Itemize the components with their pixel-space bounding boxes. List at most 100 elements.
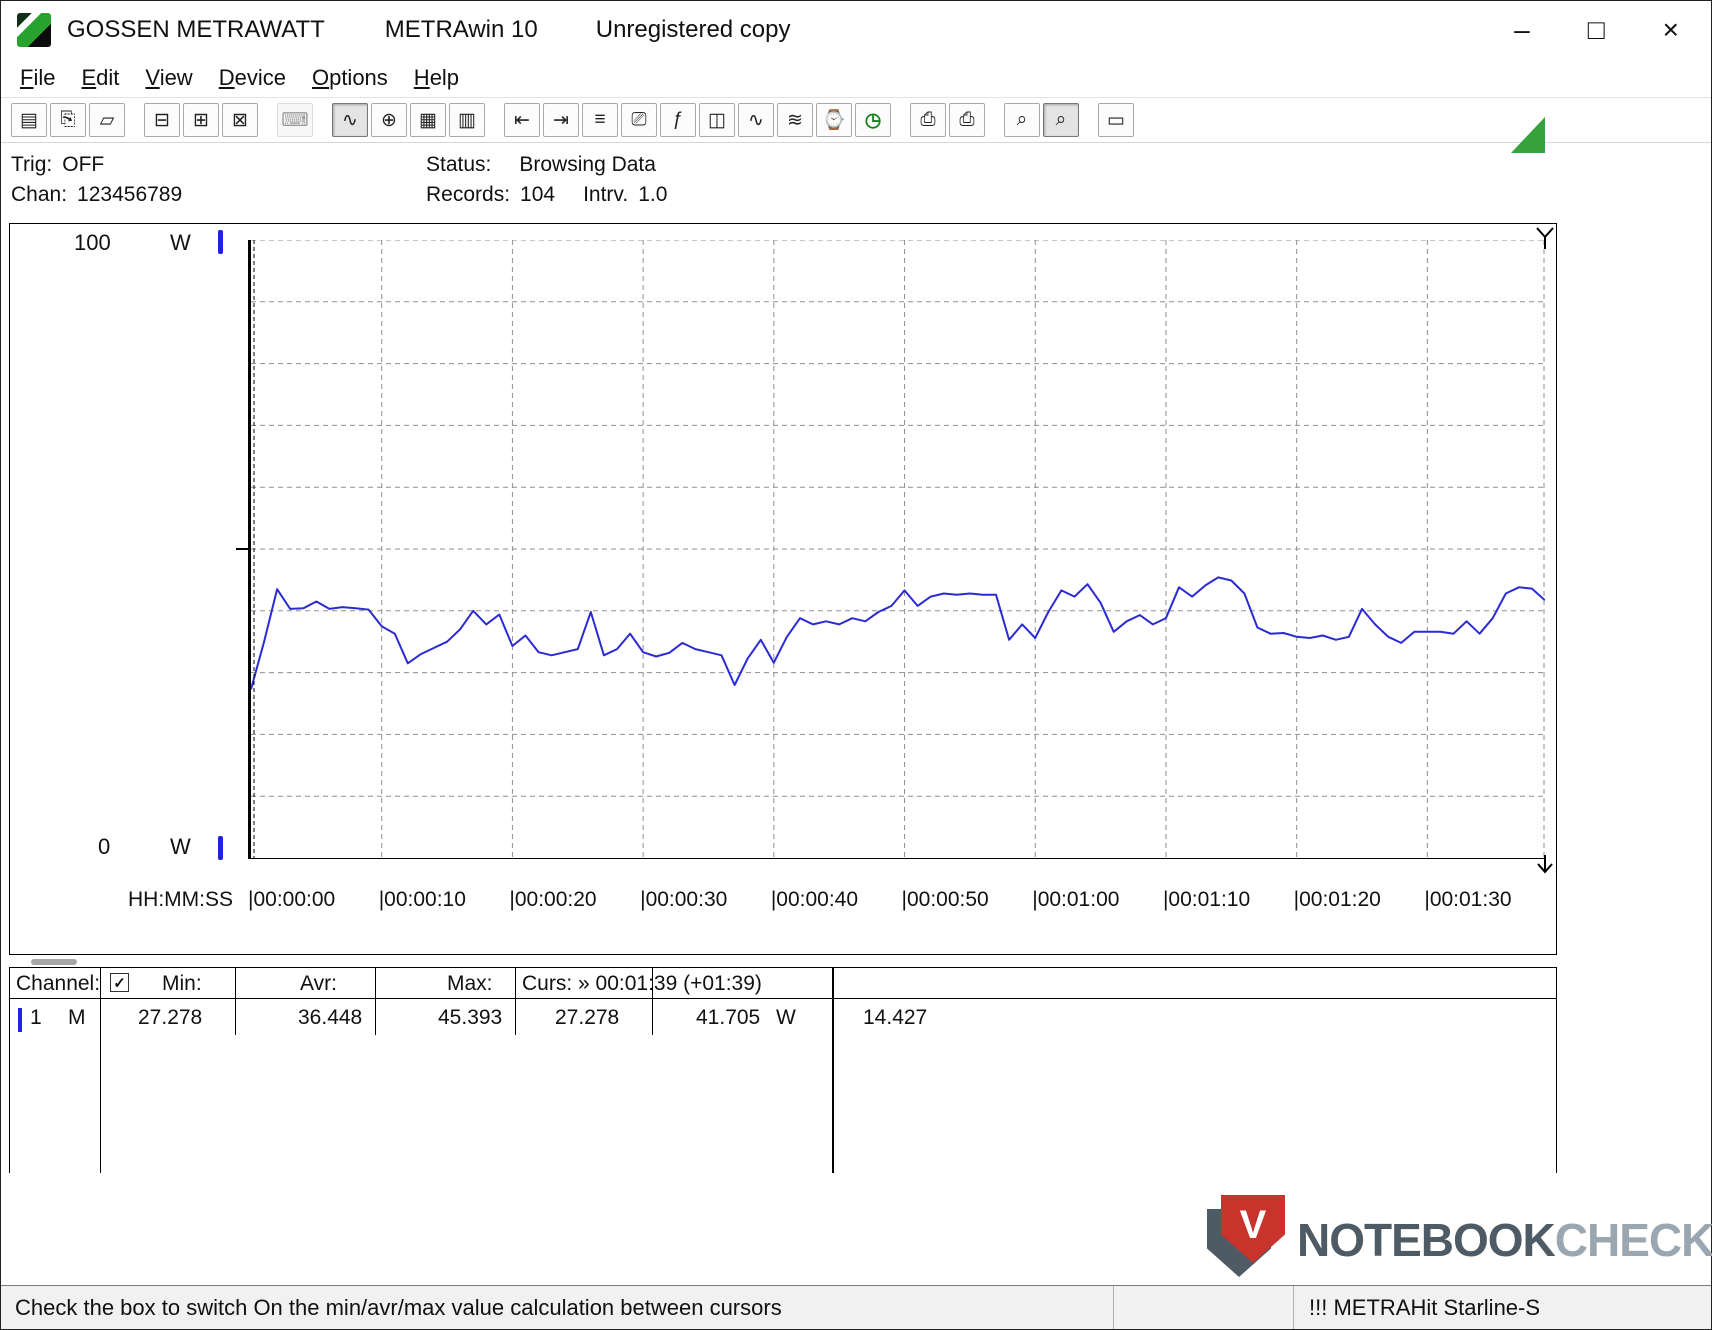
channel-status: Chan: 123456789 [11,183,182,207]
menu-options[interactable]: Options [299,63,401,93]
x-tick-label: |00:00:30 [640,888,727,912]
monitor-live-button[interactable]: ⎚ [621,103,657,137]
x-tick-label: |00:00:40 [771,888,858,912]
cursor-column-header: Curs: » 00:01:39 (+01:39) [522,972,762,996]
menu-bar: FileEditViewDeviceOptionsHelp [1,59,1711,97]
avr-column-header: Avr: [300,972,337,996]
chart-svg [251,240,1545,858]
x-tick-label: |00:01:30 [1424,888,1511,912]
min-value: 27.278 [138,1006,202,1030]
notebookcheck-word-check: CHECK [1555,1214,1712,1266]
table-view-button[interactable]: ▦ [410,103,446,137]
x-tick-label: |00:00:20 [509,888,596,912]
export-card-button[interactable]: ⊞ [183,103,219,137]
trigger-status: Trig:OFF [11,153,104,177]
print-button[interactable]: ⎙ [949,103,985,137]
x-tick-label: |00:00:00 [248,888,335,912]
export-memory-button[interactable]: ⊟ [144,103,180,137]
meter-clock-button[interactable]: ⌚ [816,103,852,137]
keyboard-button[interactable]: ⌨ [277,103,313,137]
x-axis-labels: HH:MM:SS |00:00:00|00:00:10|00:00:20|00:… [10,886,1556,916]
toolbar-separator [488,120,504,121]
status-bar-divider [1113,1286,1114,1329]
trig-value: OFF [62,153,104,176]
cursor-delta-value: 14.427 [863,1006,927,1030]
toolbar-separator [128,120,144,121]
interval-value: 1.0 [638,183,667,206]
annotation-button[interactable]: ▭ [1098,103,1134,137]
status-panel: Trig:OFF Chan: 123456789 Status: Browsing … [1,143,1711,223]
export-device-button[interactable]: ⊠ [222,103,258,137]
plot-area[interactable] [248,240,1545,859]
cursor-unit: W [776,1006,796,1030]
formula-button[interactable]: ƒ [660,103,696,137]
chan-value: 123456789 [77,183,182,206]
notebookcheck-v-letter: V [1240,1205,1267,1245]
transfer-out-button[interactable]: ⇥ [543,103,579,137]
interval-label: Intrv. [583,183,628,206]
y-axis-max-label: 100 [74,230,111,256]
stats-divider [235,968,236,1035]
cursor-flag-top-icon[interactable] [1534,226,1556,250]
status-bar-hint: Check the box to switch On the min/avr/m… [15,1295,782,1321]
x-tick-label: |00:01:00 [1032,888,1119,912]
toolbar-separator [261,120,277,121]
menu-help[interactable]: Help [401,63,472,93]
memory-readout-button[interactable]: ◫ [699,103,735,137]
minimize-button[interactable]: – [1514,16,1530,44]
channel-visibility-checkbox[interactable]: ✓ [110,973,129,992]
cursor-b-value: 41.705 [696,1006,760,1030]
chan-label: Chan: [11,183,67,206]
stats-divider [515,968,516,1035]
maximize-button[interactable]: □ [1588,16,1605,44]
stats-header-divider [10,998,1556,999]
toolbar-separator [894,120,910,121]
x-tick-label: |00:01:10 [1163,888,1250,912]
open-button[interactable]: ▱ [89,103,125,137]
print-preview-button[interactable]: ⎙ [910,103,946,137]
channel-column-header: Channel: [16,972,100,996]
x-axis-format-label: HH:MM:SS [128,888,233,912]
cursor-a-value: 27.278 [555,1006,619,1030]
scope-view-button[interactable]: ⊕ [371,103,407,137]
chart-scroll-strip [9,955,1557,967]
channel-row-color-marker [18,1008,22,1032]
toolbar-separator [1082,120,1098,121]
cursor-arrow-bottom-icon[interactable] [1534,854,1556,878]
menu-file[interactable]: File [7,63,68,93]
title-bar: GOSSEN METRAWATT METRAwin 10 Unregistere… [1,1,1711,59]
horizontal-scrollbar-thumb[interactable] [31,959,77,965]
channel-list-button[interactable]: ≡ [582,103,618,137]
waveform-small-button[interactable]: ∿ [738,103,774,137]
status-value: Browsing Data [519,153,656,176]
menu-edit[interactable]: Edit [68,63,132,93]
max-value: 45.393 [438,1006,502,1030]
app-title: METRAwin 10 [385,16,538,44]
status-label: Status: [426,153,491,176]
timer-button[interactable]: ◷ [855,103,891,137]
y-axis-mid-tick [236,548,248,550]
records-value: 104 [520,183,555,206]
notebookcheck-wordmark: NOTEBOOKCHECK [1297,1213,1712,1267]
save-as-button[interactable]: ⎘ [50,103,86,137]
gossen-metrawatt-logo-icon [17,13,51,47]
notebookcheck-watermark: V NOTEBOOKCHECK [1207,1195,1557,1287]
zoom-value-button[interactable]: ⌕ [1043,103,1079,137]
brand-title: GOSSEN METRAWATT [67,16,325,44]
menu-view[interactable]: View [132,63,205,93]
transfer-in-button[interactable]: ⇤ [504,103,540,137]
close-button[interactable]: × [1663,16,1679,44]
line-chart-view-button[interactable]: ∿ [332,103,368,137]
save-button[interactable]: ▤ [11,103,47,137]
license-label: Unregistered copy [596,16,791,44]
menu-device[interactable]: Device [206,63,299,93]
bar-chart-view-button[interactable]: ▥ [449,103,485,137]
channel-color-marker-top [218,230,223,254]
notebookcheck-word-notebook: NOTEBOOK [1297,1214,1555,1266]
zoom-time-button[interactable]: ⌕ [1004,103,1040,137]
status-bar: Check the box to switch On the min/avr/m… [1,1285,1711,1329]
x-tick-label: |00:01:20 [1294,888,1381,912]
channel-number: 1 [30,1006,42,1030]
waveform-large-button[interactable]: ≋ [777,103,813,137]
connected-device-label: !!! METRAHit Starline-S [1309,1295,1540,1321]
